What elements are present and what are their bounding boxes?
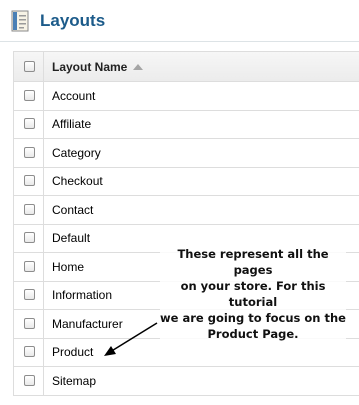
layout-name-column-header[interactable]: Layout Name: [52, 52, 144, 81]
row-select-cell: [14, 367, 44, 395]
page-title: Layouts: [40, 11, 106, 30]
layout-name-cell: Sitemap: [52, 373, 97, 388]
annotation-line: we are going to focus on the: [160, 311, 346, 325]
table-row: Contact: [14, 196, 359, 225]
row-select-cell: [14, 281, 44, 309]
row-select-cell: [14, 167, 44, 195]
row-checkbox[interactable]: [24, 346, 35, 358]
row-checkbox[interactable]: [24, 89, 35, 101]
row-checkbox[interactable]: [24, 203, 35, 215]
row-checkbox[interactable]: [24, 374, 35, 386]
table-row: Checkout: [14, 167, 359, 196]
layout-name-cell: Home: [52, 259, 85, 274]
layout-name-cell: Checkout: [52, 174, 103, 189]
column-header-label: Layout Name: [52, 59, 128, 74]
table-body: Account Affiliate Category Checkout Contact D…: [14, 82, 359, 396]
table-row: Category: [14, 139, 359, 168]
row-select-cell: [14, 196, 44, 224]
row-checkbox[interactable]: [24, 175, 35, 187]
table-row: Sitemap: [14, 367, 359, 396]
row-checkbox[interactable]: [24, 260, 35, 272]
row-checkbox[interactable]: [24, 232, 35, 244]
layouts-page-icon: [11, 10, 29, 32]
row-checkbox[interactable]: [24, 289, 35, 301]
layouts-table: Layout Name Account Affiliate Category Chec…: [13, 51, 359, 396]
row-select-cell: [14, 310, 44, 338]
annotation-line: These represent all the pages: [177, 247, 329, 277]
table-row: Affiliate: [14, 110, 359, 139]
layout-name-cell: Category: [52, 145, 101, 160]
page-header: Layouts: [0, 0, 359, 42]
layout-name-cell: Manufacturer: [52, 316, 123, 331]
table-row: Product: [14, 338, 359, 367]
row-select-cell: [14, 338, 44, 366]
layout-name-cell: Contact: [52, 202, 94, 217]
tutorial-annotation: These represent all the pages on your st…: [160, 246, 346, 342]
select-all-checkbox[interactable]: [24, 60, 35, 72]
table-header-row: Layout Name: [14, 52, 359, 82]
annotation-line: Product Page.: [207, 327, 299, 341]
row-checkbox[interactable]: [24, 317, 35, 329]
row-checkbox[interactable]: [24, 146, 35, 158]
layout-name-cell: Default: [52, 231, 91, 246]
layout-name-cell: Affiliate: [52, 117, 92, 132]
sort-ascending-icon: [133, 63, 144, 70]
row-select-cell: [14, 224, 44, 252]
row-select-cell: [14, 110, 44, 138]
row-select-cell: [14, 82, 44, 110]
layout-name-cell: Information: [52, 288, 113, 303]
layout-name-cell: Product: [52, 345, 94, 360]
table-row: Account: [14, 82, 359, 111]
row-checkbox[interactable]: [24, 118, 35, 130]
annotation-line: on your store. For this tutorial: [180, 279, 326, 309]
row-select-cell: [14, 139, 44, 167]
select-all-cell: [14, 52, 44, 81]
row-select-cell: [14, 253, 44, 281]
layout-name-cell: Account: [52, 88, 96, 103]
